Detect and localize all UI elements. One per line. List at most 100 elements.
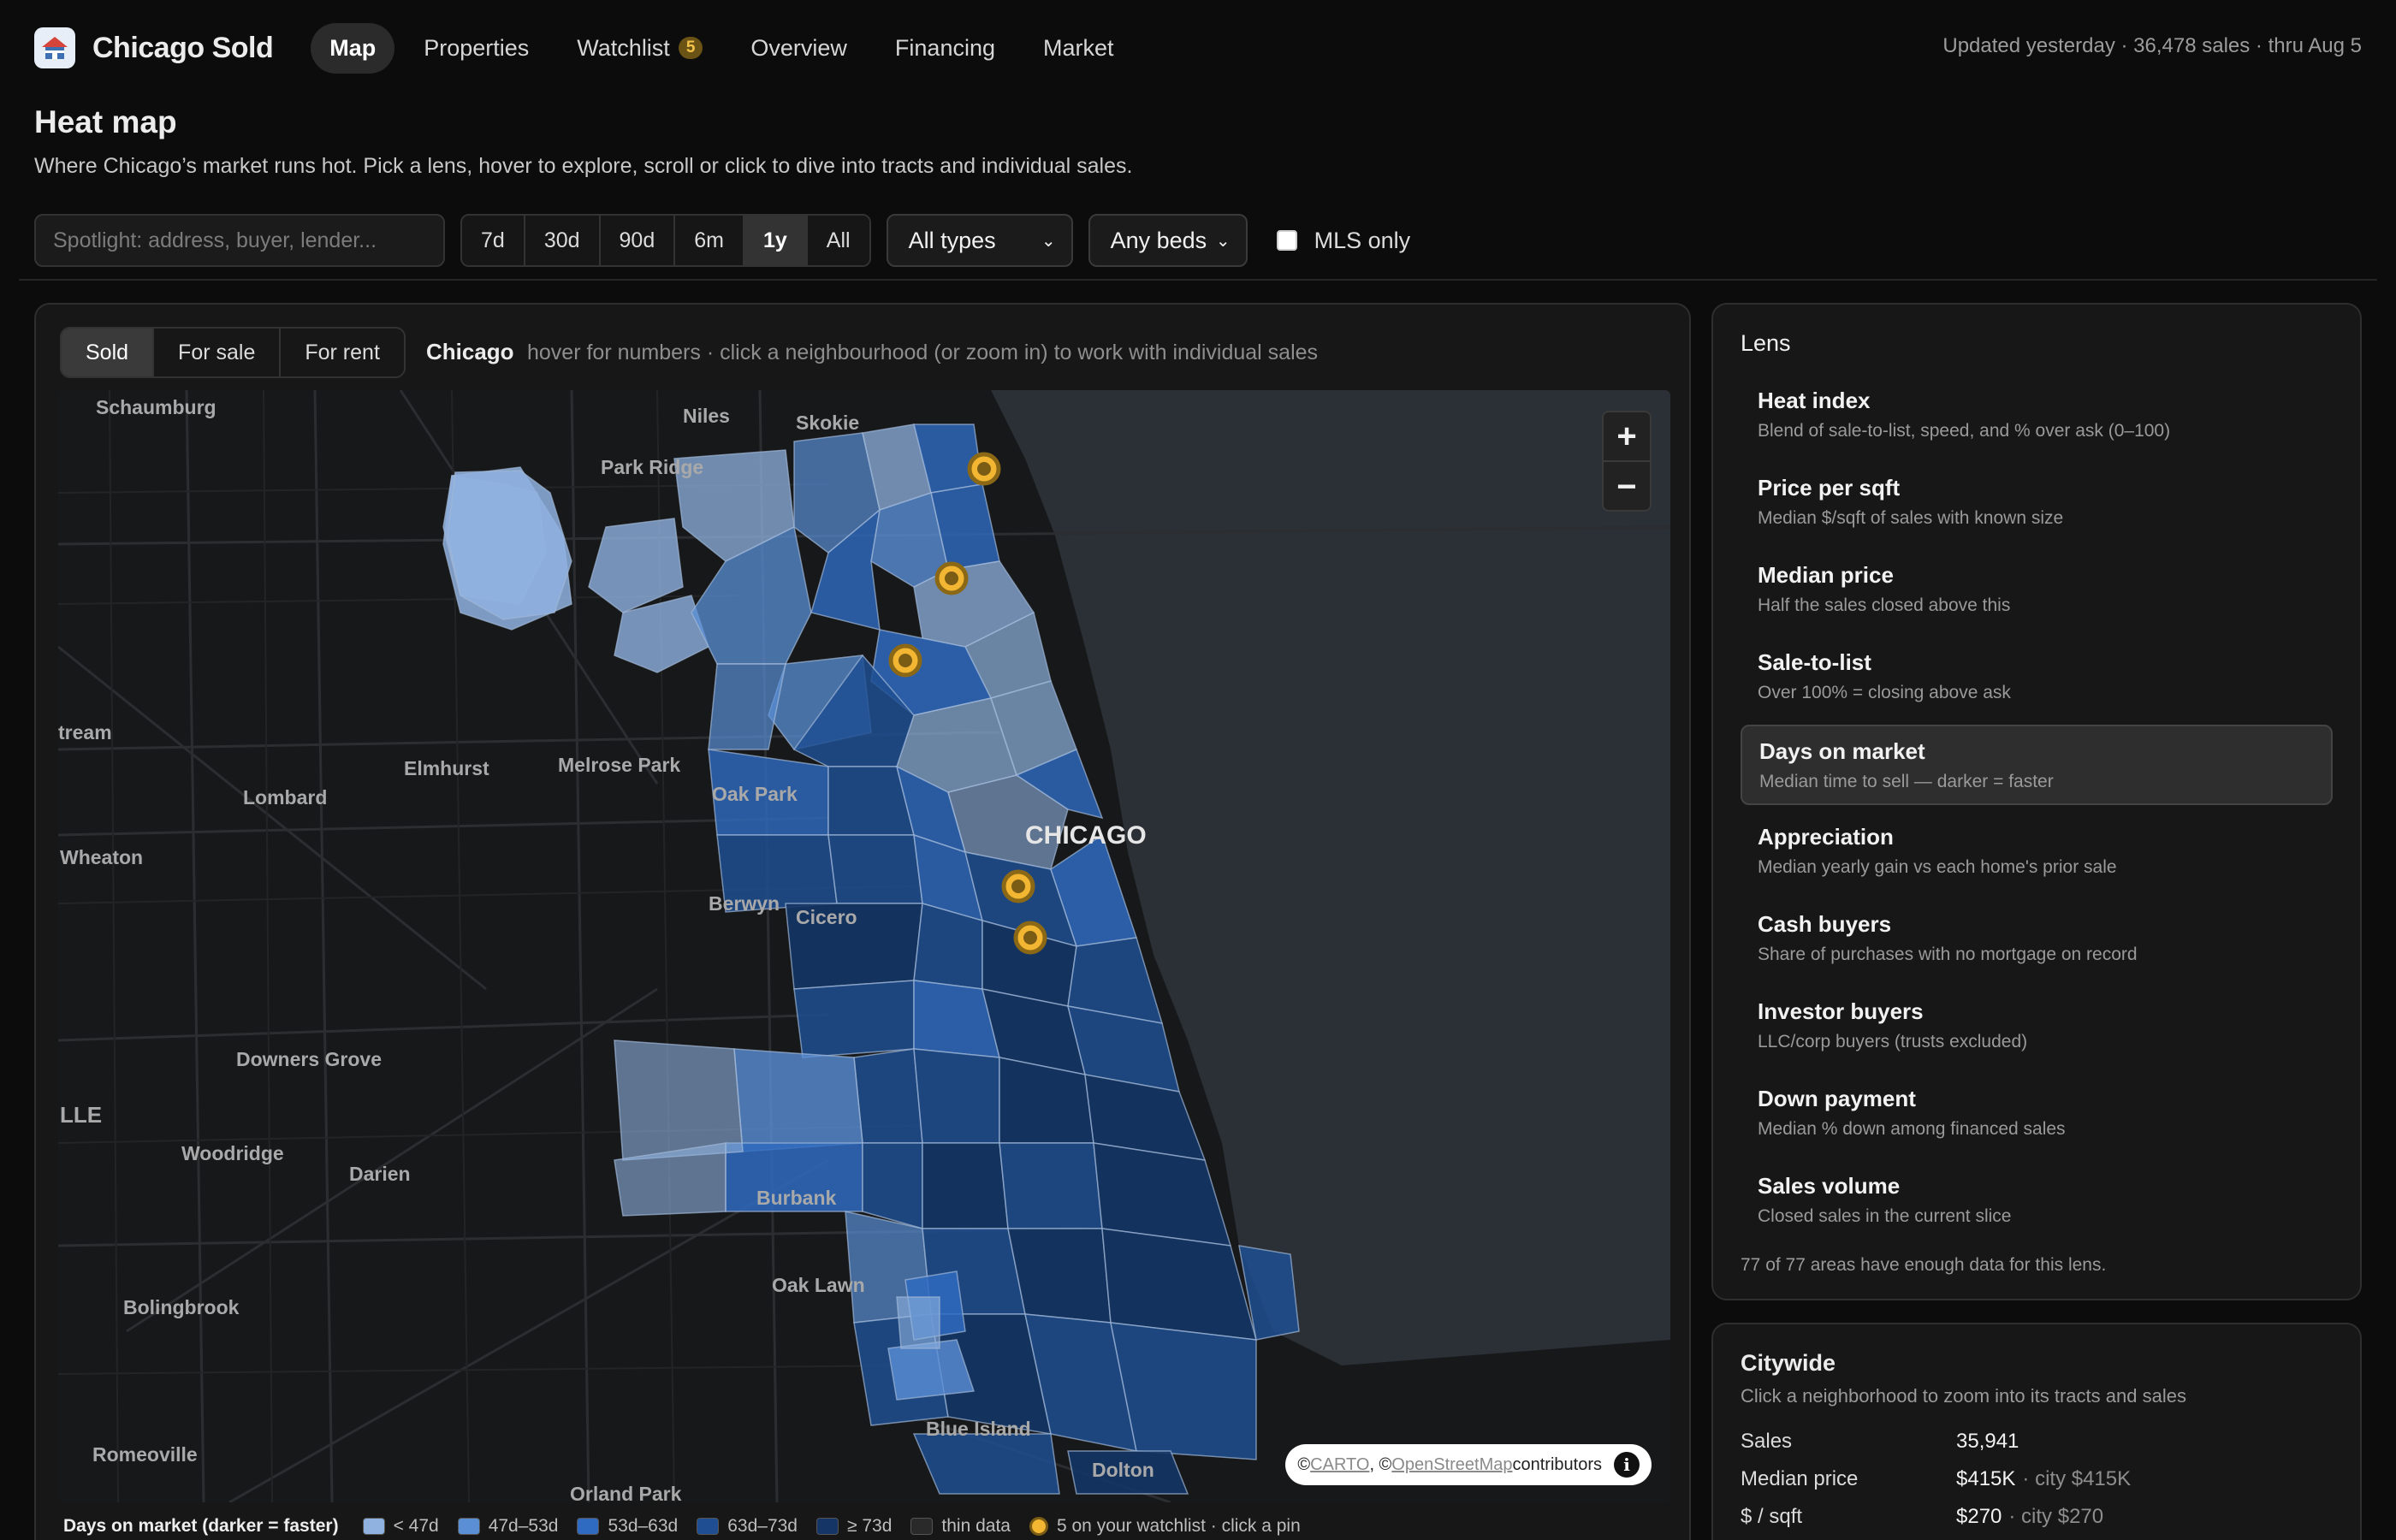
property-type-select[interactable]: All types ⌄ (886, 214, 1073, 267)
stat-value: $415K (1956, 1467, 2016, 1490)
lens-down-payment[interactable]: Down payment Median % down among financed… (1741, 1074, 2333, 1154)
carto-link[interactable]: CARTO (1310, 1455, 1369, 1475)
watchlist-count-badge: 5 (678, 37, 703, 59)
mls-only-checkbox[interactable] (1276, 230, 1297, 251)
attrib-suffix: contributors (1512, 1454, 1603, 1474)
nav-financing[interactable]: Financing (876, 23, 1014, 74)
lens-desc: Half the sales closed above this (1758, 595, 2011, 615)
lens-heat-index[interactable]: Heat index Blend of sale-to-list, speed, … (1741, 376, 2333, 456)
map-svg[interactable]: Schaumburg Niles Skokie Park Ridge tream… (58, 390, 1670, 1502)
label-romeoville: Romeoville (92, 1443, 198, 1466)
lens-price-per-sqft[interactable]: Price per sqft Median $/sqft of sales wit… (1741, 463, 2333, 543)
chevron-down-icon: ⌄ (1215, 231, 1231, 251)
legend-item: ≥ 73d (816, 1516, 892, 1537)
legend-label: < 47d (393, 1516, 439, 1536)
stat-label: Sales (1741, 1430, 1793, 1453)
legend-label: 63d–73d (727, 1516, 798, 1536)
lens-sales-volume[interactable]: Sales volume Closed sales in the current … (1741, 1161, 2333, 1241)
lens-desc: Median yearly gain vs each home's prior … (1758, 857, 2117, 877)
stat-value: 35,941 (1956, 1430, 2019, 1453)
beds-value: Any beds (1110, 227, 1207, 253)
range-1y[interactable]: 1y (744, 216, 808, 265)
house-logo-icon[interactable] (34, 27, 75, 68)
label-schaumburg: Schaumburg (96, 396, 216, 418)
filter-bar: 7d 30d 90d 6m 1y All All types ⌄ Any bed… (34, 214, 1410, 267)
map-hint: hover for numbers · click a neighbourhoo… (527, 341, 1319, 364)
nav-market[interactable]: Market (1024, 23, 1133, 74)
stat-row: Median price $415K · city $415K (1741, 1460, 2333, 1498)
stat-label: $ / sqft (1741, 1505, 1803, 1528)
zoom-in-button[interactable]: + (1604, 412, 1650, 462)
label-oak-lawn: Oak Lawn (772, 1274, 865, 1296)
mode-for-sale[interactable]: For sale (154, 329, 282, 376)
legend-label: 53d–63d (608, 1516, 679, 1536)
nav-watchlist[interactable]: Watchlist 5 (558, 23, 721, 74)
lens-desc: Blend of sale-to-list, speed, and % over… (1758, 421, 2171, 441)
legend-label: 47d–53d (488, 1516, 559, 1536)
lens-days-on-market[interactable]: Days on market Median time to sell — dark… (1741, 725, 2333, 805)
range-30d[interactable]: 30d (525, 216, 601, 265)
lens-cash-buyers[interactable]: Cash buyers Share of purchases with no mo… (1741, 899, 2333, 980)
citywide-subtitle: Click a neighborhood to zoom into its tr… (1741, 1385, 2186, 1407)
lens-appreciation[interactable]: Appreciation Median yearly gain vs each h… (1741, 812, 2333, 892)
lens-name: Median price (1758, 562, 1894, 588)
nav-properties[interactable]: Properties (405, 23, 548, 74)
data-status: Updated yesterday · 36,478 sales · thru … (1942, 34, 2362, 57)
lens-sale-to-list[interactable]: Sale-to-list Over 100% = closing above as… (1741, 637, 2333, 718)
legend-swatch (577, 1518, 600, 1535)
lens-desc: Median $/sqft of sales with known size (1758, 508, 2064, 528)
brand-name[interactable]: Chicago Sold (92, 32, 274, 65)
osm-link[interactable]: OpenStreetMap (1391, 1455, 1512, 1475)
time-range-segment: 7d 30d 90d 6m 1y All (460, 214, 871, 267)
legend-swatch (697, 1518, 720, 1535)
legend-swatch (457, 1518, 480, 1535)
legend-swatch (816, 1518, 839, 1535)
lens-investor-buyers[interactable]: Investor buyers LLC/corp buyers (trusts e… (1741, 986, 2333, 1067)
legend-item: thin data (910, 1516, 1011, 1537)
lens-name: Down payment (1758, 1086, 1916, 1111)
citywide-panel: Citywide Click a neighborhood to zoom in… (1711, 1323, 2362, 1540)
label-melrose-park: Melrose Park (558, 754, 680, 776)
nav-market-label: Market (1043, 34, 1114, 61)
label-niles: Niles (683, 405, 730, 427)
nav-properties-label: Properties (424, 34, 530, 61)
attrib-sep: , © (1369, 1454, 1392, 1474)
zoom-out-button[interactable]: − (1604, 462, 1650, 512)
stat-label: Median price (1741, 1467, 1859, 1490)
nav-overview[interactable]: Overview (732, 23, 866, 74)
label-bolingbrook: Bolingbrook (123, 1296, 240, 1318)
lens-name: Cash buyers (1758, 911, 1892, 937)
map-legend: Days on market (darker = faster) < 47d 4… (63, 1516, 1320, 1537)
range-all[interactable]: All (807, 216, 869, 265)
label-darien: Darien (349, 1163, 411, 1185)
mls-only-toggle[interactable]: MLS only (1276, 227, 1411, 254)
beds-select[interactable]: Any beds ⌄ (1088, 214, 1248, 267)
stat-city: · city $270 (2008, 1505, 2104, 1528)
mode-sold[interactable]: Sold (62, 329, 155, 376)
page-title: Heat map (34, 104, 177, 139)
legend-swatch (910, 1518, 934, 1535)
lens-name: Investor buyers (1758, 998, 1924, 1024)
nav-overview-label: Overview (750, 34, 847, 61)
lens-name: Price per sqft (1758, 475, 1901, 500)
mls-only-label: MLS only (1314, 227, 1411, 253)
heat-map-canvas[interactable]: Schaumburg Niles Skokie Park Ridge tream… (58, 390, 1670, 1502)
legend-item: < 47d (362, 1516, 439, 1537)
lens-median-price[interactable]: Median price Half the sales closed above … (1741, 550, 2333, 631)
label-orland-park: Orland Park (570, 1483, 682, 1502)
range-7d[interactable]: 7d (462, 216, 525, 265)
spotlight-search-input[interactable] (34, 214, 445, 267)
range-90d[interactable]: 90d (600, 216, 676, 265)
legend-item: 63d–73d (697, 1516, 798, 1537)
stat-row: Sales 35,941 (1741, 1423, 2333, 1460)
legend-item: 47d–53d (457, 1516, 559, 1537)
lens-name: Sales volume (1758, 1173, 1901, 1199)
info-icon[interactable]: i (1614, 1452, 1640, 1478)
nav-map[interactable]: Map (311, 22, 395, 74)
lens-desc: LLC/corp buyers (trusts excluded) (1758, 1032, 2028, 1051)
lens-coverage-note: 77 of 77 areas have enough data for this… (1741, 1255, 2107, 1275)
legend-label: ≥ 73d (847, 1516, 893, 1536)
range-6m[interactable]: 6m (675, 216, 744, 265)
lens-name: Days on market (1759, 738, 1925, 764)
mode-for-rent[interactable]: For rent (281, 329, 404, 376)
